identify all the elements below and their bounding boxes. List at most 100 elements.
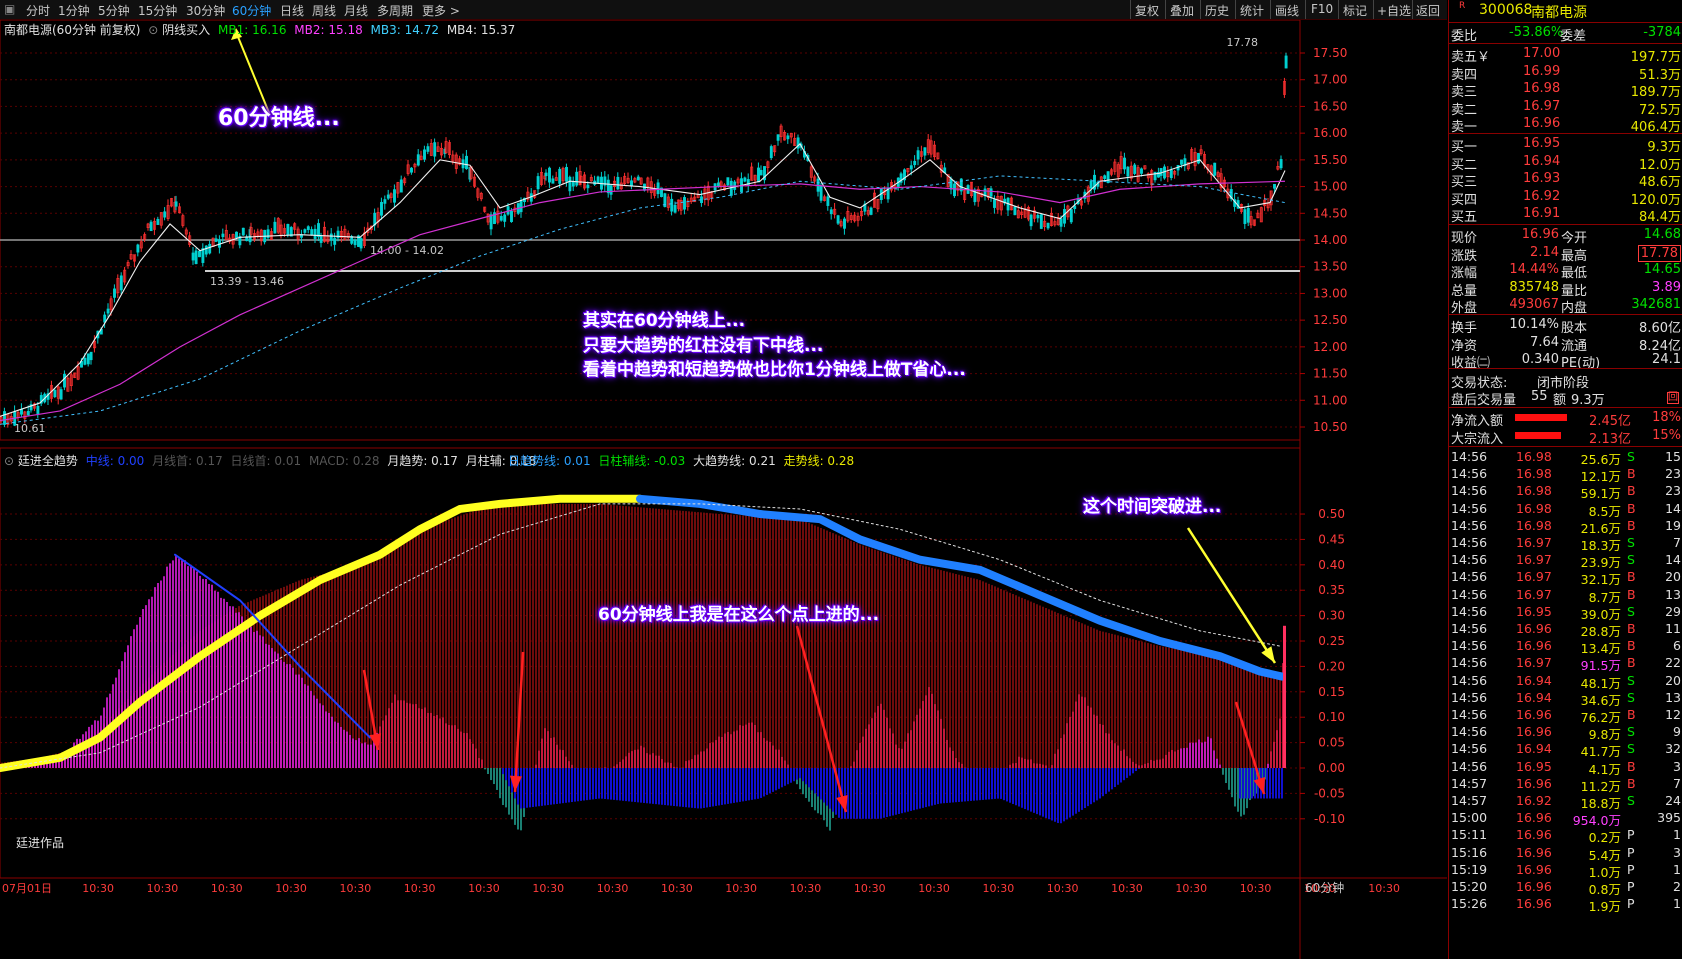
price-tick-label: 11.50 <box>1313 367 1347 381</box>
tick-row[interactable]: 14:56 16.94 34.6万 S 13 <box>1449 690 1682 708</box>
tick-row[interactable]: 14:56 16.96 28.8万 B 11 <box>1449 621 1682 639</box>
candle-body <box>106 308 110 314</box>
candle-body <box>743 177 747 182</box>
xaxis-label: 10:30 <box>211 882 243 895</box>
fund-row: 收益㈡ 0.340 PE(动) 24.1 <box>1451 352 1681 372</box>
tick-row[interactable]: 14:56 16.98 8.5万 B 14 <box>1449 501 1682 519</box>
candle-body <box>1284 55 1288 69</box>
candle-body <box>1106 171 1110 183</box>
mb4-value: MB4: 15.37 <box>446 23 516 37</box>
tab-5min[interactable]: 5分钟 <box>98 2 130 19</box>
candle-body <box>1029 214 1033 227</box>
quote-row: 涨幅 14.44% 最低 14.65 <box>1451 262 1681 282</box>
candle-body <box>416 154 420 166</box>
price-tick-label: 15.00 <box>1313 180 1347 194</box>
candle-body <box>426 146 430 152</box>
tick-row[interactable]: 14:57 16.92 18.8万 S 24 <box>1449 793 1682 811</box>
tick-row[interactable]: 14:56 16.98 21.6万 B 19 <box>1449 518 1682 536</box>
tick-row[interactable]: 14:57 16.96 11.2万 B 7 <box>1449 776 1682 794</box>
candle-body <box>717 182 720 187</box>
candle-body <box>83 357 87 365</box>
stock-name: 南都电源 <box>1531 5 1587 21</box>
xaxis-label: 10:30 <box>532 882 564 895</box>
fuquan-button[interactable]: 复权 <box>1135 2 1159 19</box>
price-tick-label: 14.50 <box>1313 206 1347 220</box>
breakout-arrow <box>1186 527 1277 664</box>
stats-button[interactable]: 统计 <box>1240 2 1264 19</box>
candle-body <box>3 411 6 425</box>
tick-row[interactable]: 15:19 16.96 1.0万 P 1 <box>1449 862 1682 880</box>
sub-indicator-name[interactable]: 廷进全趋势 <box>18 454 78 468</box>
candle-body <box>198 250 201 258</box>
candle-body <box>465 155 468 170</box>
history-button[interactable]: 历史 <box>1205 2 1229 19</box>
tick-row[interactable]: 14:56 16.97 8.7万 B 13 <box>1449 587 1682 605</box>
candle-body <box>1046 222 1050 229</box>
xaxis-label: 10:30 <box>918 882 950 895</box>
tick-row[interactable]: 15:11 16.96 0.2万 P 1 <box>1449 827 1682 845</box>
panel-toggle-icon[interactable]: ▣ <box>4 2 15 16</box>
tick-row[interactable]: 14:56 16.98 12.1万 B 23 <box>1449 466 1682 484</box>
tick-row[interactable]: 15:00 16.96 954.0万 395 <box>1449 810 1682 828</box>
quote-panel: R 300068 南都电源 委比 -53.86% 委差 -3784 卖五￥ 17… <box>1448 0 1682 959</box>
add-favorite-button[interactable]: +自选 <box>1377 2 1411 19</box>
candle-body <box>399 179 403 193</box>
breakout-arrow-head <box>1261 646 1275 663</box>
candle-body <box>829 209 833 215</box>
tab-fenshi[interactable]: 分时 <box>26 2 50 19</box>
candle-body <box>333 237 337 245</box>
flow-bar <box>1515 432 1561 439</box>
mark-button[interactable]: 标记 <box>1343 2 1367 19</box>
tick-row[interactable]: 14:56 16.96 76.2万 B 12 <box>1449 707 1682 725</box>
tick-row[interactable]: 14:56 16.97 91.5万 B 22 <box>1449 655 1682 673</box>
tab-day[interactable]: 日线 <box>280 2 304 19</box>
tick-row[interactable]: 14:56 16.97 23.9万 S 14 <box>1449 552 1682 570</box>
tab-60min[interactable]: 60分钟 <box>232 2 271 19</box>
chart-canvas[interactable]: 17.50 17.00 16.50 16.00 15.50 15.00 14.50 14.00… <box>0 20 1447 959</box>
tick-row[interactable]: 15:26 16.96 1.9万 P 1 <box>1449 896 1682 914</box>
tab-30min[interactable]: 30分钟 <box>186 2 225 19</box>
tick-row[interactable]: 15:20 16.96 0.8万 P 2 <box>1449 879 1682 897</box>
draw-button[interactable]: 画线 <box>1275 2 1299 19</box>
xaxis-label: 10:30 <box>790 882 822 895</box>
mb2-value: MB2: 15.18 <box>294 23 363 37</box>
tick-row[interactable]: 14:56 16.97 32.1万 B 20 <box>1449 569 1682 587</box>
candle-body <box>119 275 123 291</box>
after-hours-detail-icon[interactable]: 回 <box>1667 392 1679 404</box>
tick-row[interactable]: 14:56 16.95 4.1万 B 3 <box>1449 759 1682 777</box>
tab-more[interactable]: 更多 > <box>422 2 460 19</box>
back-button[interactable]: 返回 <box>1416 2 1440 19</box>
sub-indicator-menu-icon[interactable]: ⊙ <box>4 454 14 468</box>
candle-body <box>174 201 178 207</box>
candle-body <box>826 196 830 206</box>
tab-15min[interactable]: 15分钟 <box>138 2 177 19</box>
tick-row[interactable]: 14:56 16.98 59.1万 B 23 <box>1449 483 1682 501</box>
indicator-menu-icon[interactable]: ⊙ <box>148 23 158 37</box>
xaxis-label: 10:30 <box>468 882 500 895</box>
tick-row[interactable]: 15:16 16.96 5.4万 P 3 <box>1449 845 1682 863</box>
annotation-line3: 看着中趋势和短趋势做也比你1分钟线上做T省心... <box>583 360 966 380</box>
chart-area[interactable]: 17.50 17.00 16.50 16.00 15.50 15.00 14.50 14.00… <box>0 20 1447 959</box>
high-price-label: 17.78 <box>1227 36 1259 49</box>
tick-row[interactable]: 14:56 16.98 25.6万 S 15 <box>1449 449 1682 467</box>
candle-body <box>571 181 575 187</box>
tick-row[interactable]: 14:56 16.97 18.3万 S 7 <box>1449 535 1682 553</box>
flow-bar <box>1515 414 1567 421</box>
tab-1min[interactable]: 1分钟 <box>58 2 90 19</box>
tick-row[interactable]: 14:56 16.94 41.7万 S 32 <box>1449 741 1682 759</box>
sub-axis-label: 0.30 <box>1318 609 1345 623</box>
tab-month[interactable]: 月线 <box>344 2 368 19</box>
tick-row[interactable]: 14:56 16.96 9.8万 S 9 <box>1449 724 1682 742</box>
tab-week[interactable]: 周线 <box>312 2 336 19</box>
overlay-button[interactable]: 叠加 <box>1170 2 1194 19</box>
legend-ri-qushi: 日趋势线: 0.01 <box>508 454 591 468</box>
tick-row[interactable]: 14:56 16.95 39.0万 S 29 <box>1449 604 1682 622</box>
f10-button[interactable]: F10 <box>1311 2 1333 16</box>
tab-multi[interactable]: 多周期 <box>377 2 413 19</box>
tick-row[interactable]: 14:56 16.94 48.1万 S 20 <box>1449 673 1682 691</box>
candle-body <box>204 245 208 255</box>
indicator-name[interactable]: 阴线买入 <box>162 23 210 37</box>
candle-body <box>670 198 674 212</box>
mb3-value: MB3: 14.72 <box>370 23 439 37</box>
tick-row[interactable]: 14:56 16.96 13.4万 B 6 <box>1449 638 1682 656</box>
